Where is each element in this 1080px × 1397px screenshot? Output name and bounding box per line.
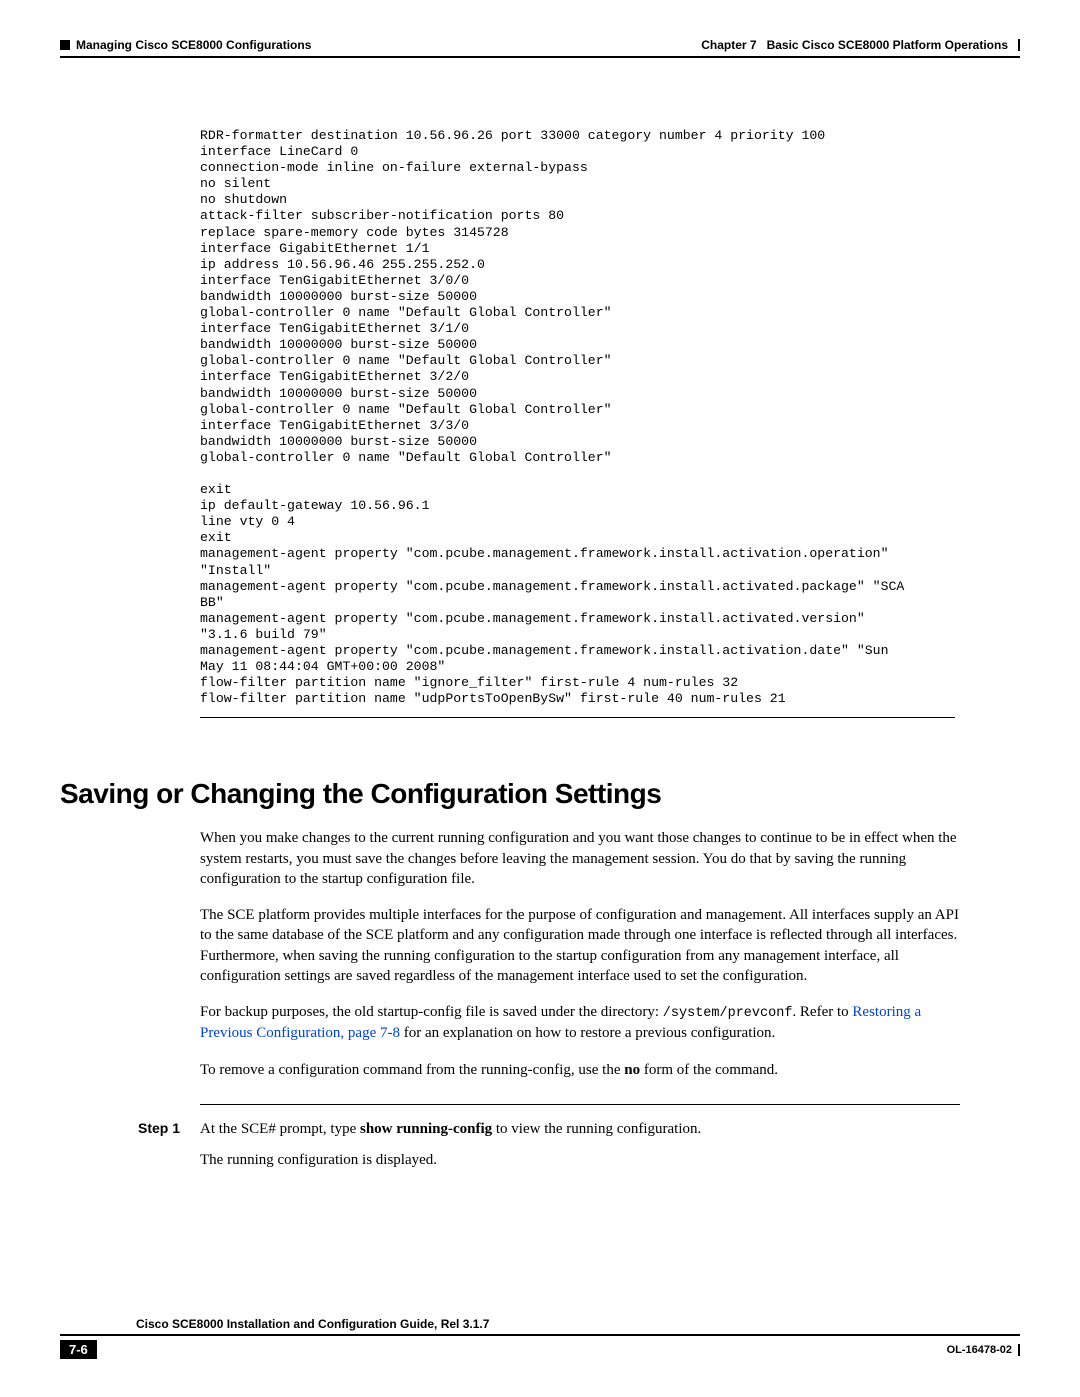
page-footer: Cisco SCE8000 Installation and Configura… xyxy=(60,1317,1020,1359)
body-paragraph: The SCE platform provides multiple inter… xyxy=(200,905,960,986)
footer-guide-title: Cisco SCE8000 Installation and Configura… xyxy=(136,1317,1020,1331)
footer-rule xyxy=(60,1334,1020,1336)
step-body: At the SCE# prompt, type show running-co… xyxy=(200,1119,960,1171)
page-header: Managing Cisco SCE8000 Configurations Ch… xyxy=(60,38,1020,52)
text: form of the command. xyxy=(640,1062,778,1078)
body-paragraph: To remove a configuration command from t… xyxy=(200,1060,960,1080)
bold-text: show running-config xyxy=(360,1121,492,1137)
footer-doc-id: OL-16478-02 xyxy=(947,1344,1020,1356)
section-heading: Saving or Changing the Configuration Set… xyxy=(60,778,1020,810)
step-label: Step 1 xyxy=(138,1119,200,1171)
section-title: Managing Cisco SCE8000 Configurations xyxy=(76,38,311,52)
page-number: 7-6 xyxy=(60,1340,97,1359)
header-left: Managing Cisco SCE8000 Configurations xyxy=(60,38,311,52)
vertical-rule-icon xyxy=(1018,39,1020,51)
doc-id-text: OL-16478-02 xyxy=(947,1344,1012,1356)
chapter-title: Basic Cisco SCE8000 Platform Operations xyxy=(767,38,1008,52)
document-page: Managing Cisco SCE8000 Configurations Ch… xyxy=(0,0,1080,1397)
chapter-label: Chapter 7 xyxy=(701,38,756,52)
body-paragraph: For backup purposes, the old startup-con… xyxy=(200,1002,960,1043)
text: to view the running configuration. xyxy=(492,1121,701,1137)
text: At the SCE# prompt, type xyxy=(200,1121,360,1137)
header-rule xyxy=(60,56,1020,58)
text: For backup purposes, the old startup-con… xyxy=(200,1004,663,1020)
step-line: At the SCE# prompt, type show running-co… xyxy=(200,1119,960,1140)
body-paragraph: When you make changes to the current run… xyxy=(200,828,960,889)
horizontal-separator xyxy=(200,1104,960,1106)
config-code-block: RDR-formatter destination 10.56.96.26 po… xyxy=(200,128,955,718)
bold-text: no xyxy=(624,1062,640,1078)
square-bullet-icon xyxy=(60,40,70,50)
step-line: The running configuration is displayed. xyxy=(200,1150,960,1171)
inline-code: /system/prevconf xyxy=(663,1006,793,1021)
footer-bottom-row: 7-6 OL-16478-02 xyxy=(60,1340,1020,1359)
text: for an explanation on how to restore a p… xyxy=(400,1025,775,1041)
vertical-rule-icon xyxy=(1018,1344,1020,1356)
header-right: Chapter 7 Basic Cisco SCE8000 Platform O… xyxy=(701,38,1020,52)
text: To remove a configuration command from t… xyxy=(200,1062,624,1078)
step-row: Step 1 At the SCE# prompt, type show run… xyxy=(138,1119,960,1171)
text: . Refer to xyxy=(792,1004,852,1020)
